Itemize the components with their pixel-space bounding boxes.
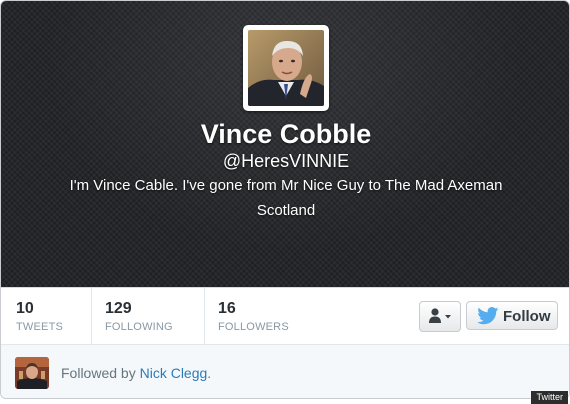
followed-by-suffix: .	[207, 365, 212, 381]
caret-down-icon	[445, 315, 451, 319]
profile-handle: @HeresVINNIE	[222, 151, 350, 171]
profile-header: Vince Cobble @HeresVINNIE I'm Vince Cabl…	[1, 1, 569, 287]
stat-divider	[204, 288, 205, 344]
profile-avatar[interactable]	[248, 30, 324, 106]
stat-following-label: FOLLOWING	[105, 321, 173, 333]
stat-followers-value: 16	[218, 300, 236, 317]
profile-avatar-frame[interactable]	[243, 25, 329, 111]
stats-bar: 10 TWEETS 129 FOLLOWING 16 FOLLOWERS Fol…	[1, 287, 569, 344]
profile-location: Scotland	[256, 202, 316, 219]
profile-bio: I'm Vince Cable. I've gone from Mr Nice …	[69, 177, 503, 194]
followed-by-text: Followed by Nick Clegg.	[61, 365, 211, 381]
stat-following-value: 129	[105, 300, 132, 317]
follower-avatar[interactable]	[15, 357, 49, 389]
person-icon	[429, 308, 451, 323]
profile-card: Vince Cobble @HeresVINNIE I'm Vince Cabl…	[0, 0, 570, 399]
stat-tweets[interactable]: 10 TWEETS	[16, 288, 86, 344]
followed-by-user-link[interactable]: Nick Clegg	[140, 365, 208, 381]
stat-following[interactable]: 129 FOLLOWING	[105, 288, 200, 344]
stat-followers-label: FOLLOWERS	[218, 321, 289, 333]
followed-by-prefix: Followed by	[61, 365, 136, 381]
source-watermark: Twitter	[531, 391, 568, 404]
twitter-bird-icon	[477, 307, 499, 325]
followed-by-bar: Followed by Nick Clegg.	[1, 344, 569, 398]
stat-followers[interactable]: 16 FOLLOWERS	[218, 288, 313, 344]
profile-name[interactable]: Vince Cobble	[1, 119, 569, 150]
stat-divider	[91, 288, 92, 344]
stat-tweets-value: 10	[16, 300, 34, 317]
user-actions-dropdown[interactable]	[419, 301, 461, 332]
follow-button-label: Follow	[503, 308, 551, 325]
stat-tweets-label: TWEETS	[16, 321, 64, 333]
follow-button[interactable]: Follow	[466, 301, 558, 330]
